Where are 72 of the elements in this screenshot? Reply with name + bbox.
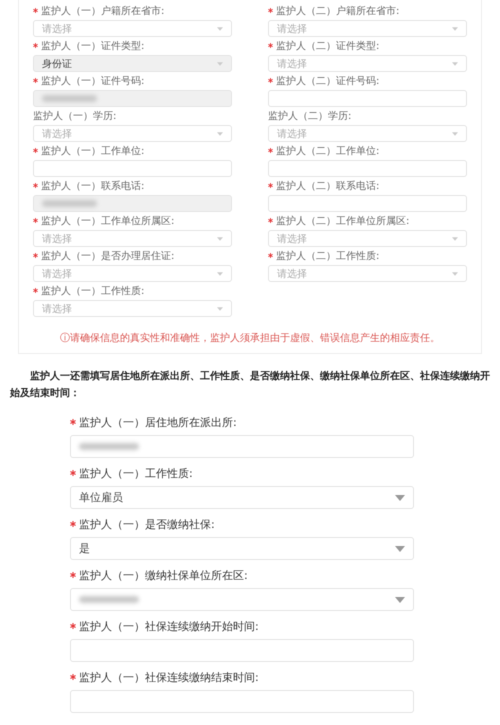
field-label: 监护人（二）户籍所在省市: bbox=[276, 6, 400, 18]
field-placeholder: 请选择 bbox=[42, 128, 72, 140]
select-field[interactable]: 请选择 bbox=[33, 125, 232, 142]
field-placeholder: 请选择 bbox=[277, 268, 307, 280]
select-field[interactable]: 请选择 bbox=[268, 265, 467, 282]
field-placeholder: 请选择 bbox=[277, 232, 307, 246]
field-label: 监护人（二）证件号码: bbox=[276, 76, 380, 88]
select-field[interactable]: 单位雇员 bbox=[70, 486, 414, 509]
field-placeholder: 请选择 bbox=[42, 232, 72, 246]
input-field[interactable] bbox=[70, 639, 414, 662]
field-placeholder: 请选择 bbox=[277, 58, 307, 70]
field-label: 监护人（一）证件号码: bbox=[41, 76, 144, 88]
caret-icon bbox=[217, 306, 223, 310]
field-label: 监护人（一）缴纳社保单位所在区: bbox=[79, 569, 248, 583]
field-label: 监护人（一）证件类型: bbox=[41, 41, 144, 53]
input-field[interactable] bbox=[268, 90, 467, 107]
field-label: 监护人（二）联系电话: bbox=[276, 181, 380, 193]
field-value: 是 bbox=[79, 541, 90, 556]
field-value: 身份证 bbox=[42, 58, 72, 70]
instruction-paragraph: 监护人一还需填写居住地所在派出所、工作性质、是否缴纳社保、缴纳社保单位所在区、社保连续缴纳开始及结束时间： bbox=[10, 369, 490, 401]
field-value: 单位雇员 bbox=[79, 490, 123, 505]
input-field[interactable] bbox=[70, 435, 414, 458]
select-field[interactable]: 请选择 bbox=[268, 20, 467, 37]
select-field[interactable]: 是 bbox=[70, 537, 414, 560]
field-label: 监护人（二）工作性质: bbox=[276, 251, 380, 263]
field-placeholder: 请选择 bbox=[277, 22, 307, 36]
select-field[interactable]: 请选择 bbox=[33, 300, 232, 317]
field-label: 监护人（一）工作性质: bbox=[79, 467, 193, 481]
select-field[interactable]: 请选择 bbox=[268, 230, 467, 247]
select-field[interactable]: 请选择 bbox=[268, 55, 467, 72]
field-label: 监护人（二）工作单位所属区: bbox=[276, 216, 410, 228]
field-label: 监护人（一）是否办理居住证: bbox=[41, 251, 174, 263]
field-label: 监护人（一）社保连续缴纳开始时间: bbox=[79, 620, 259, 634]
select-field[interactable]: 请选择 bbox=[268, 125, 467, 142]
field-label: 监护人（二）证件类型: bbox=[276, 41, 380, 53]
caret-icon bbox=[395, 546, 405, 552]
field-placeholder: 请选择 bbox=[42, 22, 72, 36]
field-label: 监护人（一）联系电话: bbox=[41, 181, 144, 193]
field-label: 监护人（一）是否缴纳社保: bbox=[79, 518, 215, 532]
caret-icon bbox=[217, 26, 223, 30]
field-placeholder: 请选择 bbox=[42, 302, 72, 316]
input-field[interactable] bbox=[268, 160, 467, 177]
input-field[interactable] bbox=[33, 160, 232, 177]
caret-icon bbox=[452, 272, 458, 276]
caret-icon bbox=[452, 236, 458, 240]
field-label: 监护人（一）工作单位: bbox=[41, 146, 144, 158]
input-field[interactable] bbox=[70, 690, 414, 713]
field-label: 监护人（二）工作单位: bbox=[276, 146, 380, 158]
field-label: 监护人（一）居住地所在派出所: bbox=[79, 416, 237, 430]
field-label: 监护人（一）社保连续缴纳结束时间: bbox=[79, 671, 259, 685]
field-label: 监护人（一）工作性质: bbox=[41, 286, 144, 298]
caret-icon bbox=[217, 132, 223, 136]
field-placeholder: 请选择 bbox=[42, 268, 72, 280]
select-field[interactable]: 请选择 bbox=[33, 230, 232, 247]
field-placeholder: 请选择 bbox=[277, 128, 307, 140]
field-label: 监护人（一）工作单位所属区: bbox=[41, 216, 174, 228]
select-field[interactable]: 请选择 bbox=[33, 265, 232, 282]
caret-icon bbox=[452, 26, 458, 30]
caret-icon bbox=[395, 596, 405, 602]
caret-icon bbox=[452, 62, 458, 66]
caret-icon bbox=[217, 236, 223, 240]
notice-text: ⓘ请确保信息的真实性和准确性，监护人须承担由于虚假、错误信息产生的相应责任。 bbox=[59, 332, 441, 345]
caret-icon bbox=[395, 494, 405, 500]
caret-icon bbox=[217, 272, 223, 276]
caret-icon bbox=[452, 132, 458, 136]
input-field[interactable] bbox=[268, 195, 467, 212]
field-label: 监护人（二）学历: bbox=[268, 111, 352, 123]
field-label: 监护人（一）户籍所在省市: bbox=[41, 6, 164, 18]
select-field[interactable] bbox=[70, 588, 414, 611]
select-field[interactable]: 请选择 bbox=[33, 20, 232, 37]
caret-icon bbox=[217, 62, 223, 66]
field-label: 监护人（一）学历: bbox=[33, 111, 116, 123]
